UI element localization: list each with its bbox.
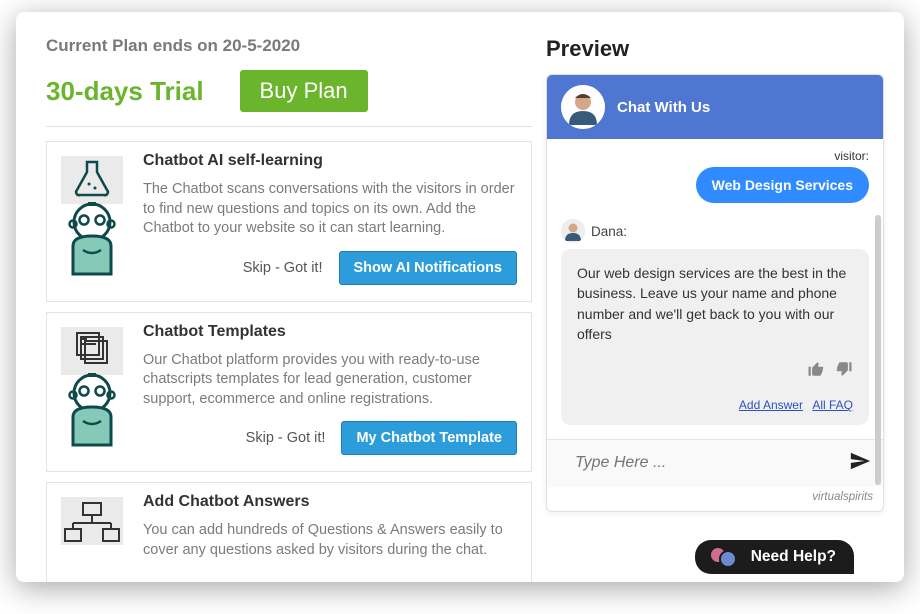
page-container: Current Plan ends on 20-5-2020 30-days T… [16, 12, 904, 582]
plan-row: 30-days Trial Buy Plan [46, 70, 532, 127]
agent-message-bubble: Our web design services are the best in … [561, 249, 869, 425]
flask-robot-icon [59, 154, 125, 284]
card-title: Chatbot Templates [143, 323, 517, 341]
add-answer-link[interactable]: Add Answer [739, 398, 803, 412]
card-title: Add Chatbot Answers [143, 493, 517, 511]
card-icon [57, 493, 127, 572]
card-actions: Skip - Got it! My Chatbot Template [143, 421, 517, 455]
chat-header-title: Chat With Us [617, 99, 710, 116]
card-chatbot-templates: Chatbot Templates Our Chatbot platform p… [46, 312, 532, 473]
chat-header: Chat With Us [547, 75, 883, 139]
card-body: Chatbot AI self-learning The Chatbot sca… [143, 152, 517, 285]
chat-input-row [547, 439, 883, 487]
agent-message-text: Our web design services are the best in … [577, 263, 853, 344]
agent-avatar-small [561, 219, 585, 243]
plan-ends-label: Current Plan ends on 20-5-2020 [46, 36, 532, 56]
visitor-message: Web Design Services [696, 167, 869, 203]
card-body: Chatbot Templates Our Chatbot platform p… [143, 323, 517, 456]
card-description: Our Chatbot platform provides you with r… [143, 351, 517, 410]
trial-title: 30-days Trial [46, 76, 204, 107]
chat-widget: Chat With Us visitor: Web Design Service… [546, 74, 884, 512]
avatar-icon [561, 85, 605, 129]
my-chatbot-template-button[interactable]: My Chatbot Template [341, 421, 517, 455]
card-add-answers: Add Chatbot Answers You can add hundreds… [46, 482, 532, 582]
card-title: Chatbot AI self-learning [143, 152, 517, 170]
right-column: Preview Chat With Us visitor: Web Design… [546, 36, 884, 582]
buy-plan-button[interactable]: Buy Plan [240, 70, 368, 112]
card-ai-self-learning: Chatbot AI self-learning The Chatbot sca… [46, 141, 532, 302]
all-faq-link[interactable]: All FAQ [812, 398, 853, 412]
thumbs-up-icon[interactable] [807, 360, 825, 383]
chat-body: visitor: Web Design Services Dana: Our w… [547, 139, 883, 433]
skip-link[interactable]: Skip - Got it! [246, 430, 326, 446]
card-body: Add Chatbot Answers You can add hundreds… [143, 493, 517, 572]
agent-avatar-large [561, 85, 605, 129]
agent-name: Dana: [591, 224, 627, 239]
scrollbar[interactable] [875, 215, 881, 485]
powered-by: virtualspirits [547, 487, 883, 511]
card-icon [57, 323, 127, 456]
send-icon[interactable] [849, 450, 871, 477]
preview-title: Preview [546, 36, 884, 62]
chat-input[interactable] [575, 454, 839, 472]
mini-links: Add Answer All FAQ [577, 397, 853, 414]
card-description: The Chatbot scans conversations with the… [143, 180, 517, 239]
avatar-icon [561, 219, 585, 243]
card-icon [57, 152, 127, 285]
help-avatars-icon [709, 546, 743, 568]
need-help-label: Need Help? [751, 548, 836, 566]
visitor-label: visitor: [561, 149, 869, 163]
need-help-button[interactable]: Need Help? [695, 540, 854, 574]
flowchart-icon [59, 495, 125, 555]
skip-link[interactable]: Skip - Got it! [243, 260, 323, 276]
card-actions: Skip - Got it! Show AI Notifications [143, 251, 517, 285]
show-ai-notifications-button[interactable]: Show AI Notifications [339, 251, 518, 285]
agent-row: Dana: [561, 219, 869, 243]
left-column: Current Plan ends on 20-5-2020 30-days T… [46, 36, 532, 582]
thumbs-down-icon[interactable] [835, 360, 853, 383]
card-description: You can add hundreds of Questions & Answ… [143, 521, 517, 560]
feedback-row [577, 360, 853, 383]
templates-robot-icon [59, 325, 125, 455]
